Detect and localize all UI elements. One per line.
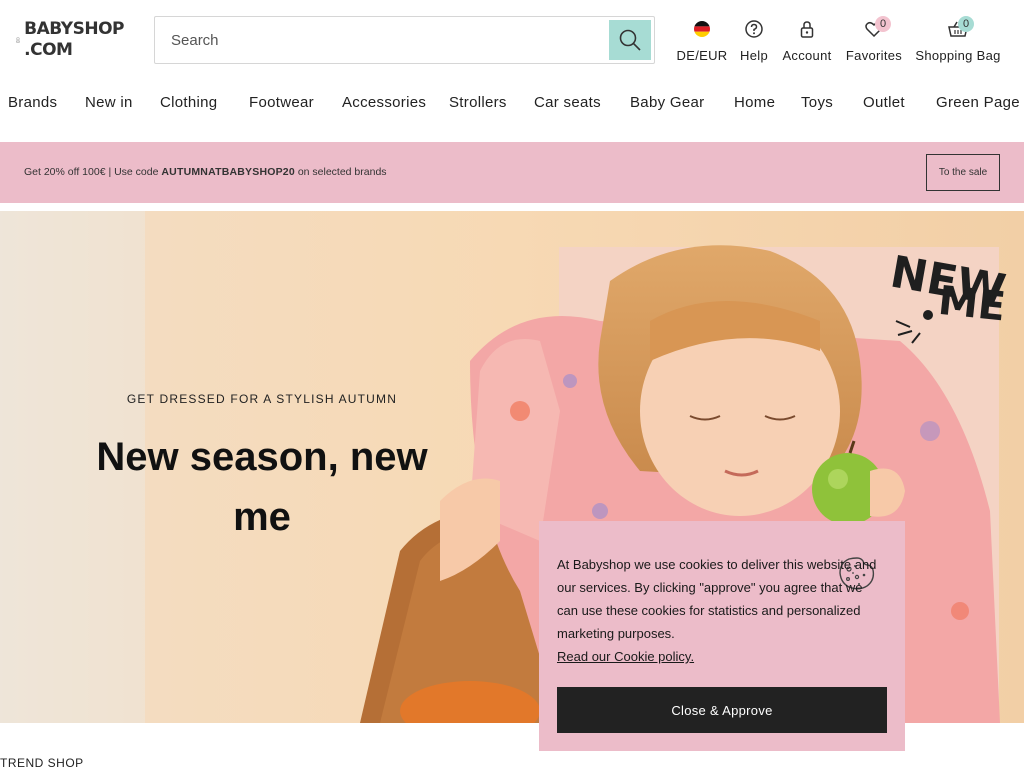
cookie-policy-link[interactable]: Read our Cookie policy.	[557, 645, 694, 668]
nav-item-accessories[interactable]: Accessories	[342, 94, 426, 111]
nav-item-footwear[interactable]: Footwear	[249, 94, 314, 111]
cookie-dialog: At Babyshop we use cookies to deliver th…	[539, 521, 905, 751]
favorites-count-badge: 0	[875, 16, 891, 32]
nav-item-baby-gear[interactable]: Baby Gear	[630, 94, 704, 111]
hero-sticker-me: ME	[936, 278, 1008, 331]
logo-line-2: .COM	[24, 40, 73, 60]
bag-count-badge: 0	[958, 16, 974, 32]
promo-prefix: Get 20% off 100€ | Use code	[24, 166, 159, 178]
account-link[interactable]: Account	[782, 18, 832, 66]
search-icon	[619, 29, 641, 51]
nav-item-brands[interactable]: Brands	[8, 94, 57, 111]
nav-item-car-seats[interactable]: Car seats	[534, 94, 601, 111]
nav-item-strollers[interactable]: Strollers	[449, 94, 507, 111]
cookie-message: At Babyshop we use cookies to deliver th…	[557, 557, 877, 641]
basket-icon: 0	[948, 16, 974, 40]
account-label: Account	[782, 48, 832, 63]
promo-suffix: on selected brands	[297, 166, 387, 178]
nav-item-green-page[interactable]: Green Page	[936, 94, 1020, 111]
baby-mascot-icon	[16, 37, 20, 43]
search-box	[154, 16, 655, 64]
promo-code: AUTUMNATBABYSHOP20	[161, 166, 295, 178]
search-input[interactable]	[155, 17, 605, 63]
locale-label: DE/EUR	[676, 48, 728, 63]
site-header: BABYSHOP .COM DE/EUR	[0, 0, 1024, 80]
logo-line-1: BABYSHOP	[24, 19, 124, 39]
help-icon	[745, 18, 763, 40]
bag-label: Shopping Bag	[915, 48, 1001, 63]
nav-item-home[interactable]: Home	[734, 94, 775, 111]
hero-title: New season, new me	[96, 435, 428, 539]
logo[interactable]: BABYSHOP .COM	[16, 14, 124, 66]
section-title: TREND SHOP	[0, 756, 84, 768]
favorites-label: Favorites	[845, 48, 903, 63]
germany-flag-icon	[694, 18, 710, 40]
heart-icon: 0	[865, 16, 891, 40]
main-nav: Brands New in Clothing Footwear Accessor…	[0, 84, 1024, 124]
to-sale-button[interactable]: To the sale	[926, 154, 1000, 191]
search-button[interactable]	[609, 20, 651, 60]
nav-item-clothing[interactable]: Clothing	[160, 94, 217, 111]
hero-kicker: GET DRESSED FOR A STYLISH AUTUMN	[126, 392, 398, 406]
promo-text: Get 20% off 100€ | Use code AUTUMNATBABY…	[24, 166, 387, 178]
locale-selector[interactable]: DE/EUR	[676, 18, 728, 66]
logo-text: BABYSHOP .COM	[24, 19, 124, 61]
nav-item-outlet[interactable]: Outlet	[863, 94, 905, 111]
help-link[interactable]: Help	[738, 18, 770, 66]
close-approve-button[interactable]: Close & Approve	[557, 687, 887, 733]
nav-item-toys[interactable]: Toys	[801, 94, 833, 111]
promo-banner: Get 20% off 100€ | Use code AUTUMNATBABY…	[0, 142, 1024, 203]
shopping-bag-link[interactable]: 0 Shopping Bag	[914, 16, 1002, 66]
help-label: Help	[740, 48, 768, 63]
favorites-link[interactable]: 0 Favorites	[845, 16, 903, 66]
lock-icon	[799, 18, 815, 40]
nav-item-new-in[interactable]: New in	[85, 94, 133, 111]
